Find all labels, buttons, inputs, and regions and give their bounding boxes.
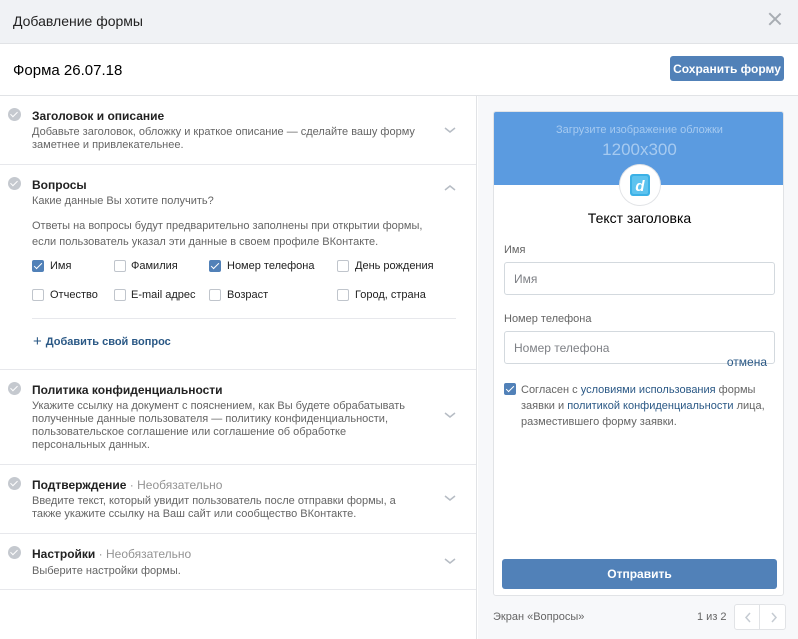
- section-status-check-icon: [8, 108, 21, 121]
- chevron-left-icon: [744, 612, 751, 623]
- field-checkbox-name[interactable]: [32, 260, 44, 272]
- section-title: Подтверждение · Необязательно: [32, 478, 223, 492]
- section-description: Выберите настройки формы.: [32, 565, 181, 577]
- section-title-text: Подтверждение: [32, 478, 127, 492]
- chevron-down-icon[interactable]: [443, 410, 457, 420]
- form-header: Форма 26.07.18 Сохранить форму: [0, 44, 798, 96]
- section-title: Заголовок и описание: [32, 109, 165, 123]
- section-title-text: Настройки: [32, 547, 96, 561]
- screen-label: Экран «Вопросы»: [493, 611, 585, 623]
- field-label: Фамилия: [131, 260, 178, 272]
- chevron-down-icon[interactable]: [443, 493, 457, 503]
- section-settings[interactable]: Настройки · Необязательно Выберите настр…: [0, 534, 476, 590]
- submit-button[interactable]: Отправить: [502, 559, 777, 589]
- svg-text:d: d: [635, 178, 645, 195]
- field-label: Город, страна: [355, 289, 426, 301]
- field-label: Отчество: [50, 289, 98, 301]
- field-checkbox-birthday[interactable]: [337, 260, 349, 272]
- chevron-down-icon[interactable]: [443, 125, 457, 135]
- save-form-button[interactable]: Сохранить форму: [670, 56, 784, 81]
- page-indicator: 1 из 2: [697, 611, 727, 623]
- field-checkbox-phone[interactable]: [209, 260, 221, 272]
- field-label: Имя: [50, 260, 72, 272]
- section-questions: Вопросы Какие данные Вы хотите получить?…: [0, 165, 476, 370]
- field-checkbox-patronymic[interactable]: [32, 289, 44, 301]
- chevron-down-icon[interactable]: [443, 556, 457, 566]
- section-privacy[interactable]: Политика конфиденциальности Укажите ссыл…: [0, 370, 476, 465]
- section-status-check-icon: [8, 177, 21, 190]
- section-subtitle: Какие данные Вы хотите получить?: [32, 195, 214, 207]
- chevron-right-icon: [771, 612, 778, 623]
- optional-badge: Необязательно: [106, 547, 192, 561]
- preview-title: Текст заголовка: [587, 210, 692, 226]
- field-label: E-mail адрес: [131, 289, 196, 301]
- section-status-check-icon: [8, 382, 21, 395]
- cover-upload-text: Загрузите изображение обложки: [556, 124, 723, 136]
- add-question-button[interactable]: + Добавить свой вопрос: [33, 333, 171, 350]
- settings-panel: Заголовок и описание Добавьте заголовок,…: [0, 96, 477, 639]
- agree-text: Согласен с условиями использования формы…: [521, 384, 765, 428]
- phone-field-label: Номер телефона: [504, 313, 592, 325]
- field-label: День рождения: [355, 260, 434, 272]
- terms-link[interactable]: условиями использования: [581, 384, 716, 396]
- cancel-link[interactable]: отмена: [727, 355, 767, 369]
- section-status-check-icon: [8, 477, 21, 490]
- cover-size-text: 1200x300: [602, 140, 677, 159]
- section-note: Ответы на вопросы будут предварительно з…: [32, 220, 423, 248]
- agree-checkbox[interactable]: [504, 383, 516, 395]
- community-logo-icon: d: [620, 165, 660, 205]
- section-description: Введите текст, который увидит пользовате…: [32, 495, 396, 520]
- privacy-policy-link[interactable]: политикой конфиденциальности: [567, 400, 733, 412]
- dialog-title: Добавление формы: [13, 13, 143, 29]
- form-preview-card: Загрузите изображение обложки 1200x300 d…: [493, 111, 784, 596]
- field-checkbox-surname[interactable]: [114, 260, 126, 272]
- optional-badge: Необязательно: [137, 478, 223, 492]
- close-icon[interactable]: [768, 12, 782, 26]
- name-field-label: Имя: [504, 244, 526, 256]
- section-confirmation[interactable]: Подтверждение · Необязательно Введите те…: [0, 465, 476, 534]
- chevron-up-icon[interactable]: [443, 183, 457, 193]
- name-input[interactable]: [504, 262, 775, 295]
- field-checkbox-email[interactable]: [114, 289, 126, 301]
- section-title: Настройки · Необязательно: [32, 547, 192, 561]
- plus-icon: +: [33, 333, 42, 350]
- form-name: Форма 26.07.18: [13, 62, 123, 79]
- add-question-label: Добавить свой вопрос: [45, 336, 171, 348]
- section-description: Укажите ссылку на документ с пояснением,…: [32, 400, 405, 451]
- section-header-description[interactable]: Заголовок и описание Добавьте заголовок,…: [0, 96, 476, 165]
- section-description: Добавьте заголовок, обложку и краткое оп…: [32, 126, 415, 151]
- dialog-titlebar: Добавление формы: [0, 0, 798, 44]
- next-page-button[interactable]: [761, 605, 786, 629]
- divider: [32, 318, 456, 319]
- pager: [734, 604, 786, 630]
- section-title: Вопросы: [32, 178, 87, 192]
- field-label: Номер телефона: [227, 260, 315, 272]
- section-title: Политика конфиденциальности: [32, 383, 223, 397]
- field-label: Возраст: [227, 289, 269, 301]
- preview-panel: Загрузите изображение обложки 1200x300 d…: [478, 96, 798, 639]
- section-status-check-icon: [8, 546, 21, 559]
- field-checkbox-age[interactable]: [209, 289, 221, 301]
- field-checkbox-city[interactable]: [337, 289, 349, 301]
- prev-page-button[interactable]: [735, 605, 760, 629]
